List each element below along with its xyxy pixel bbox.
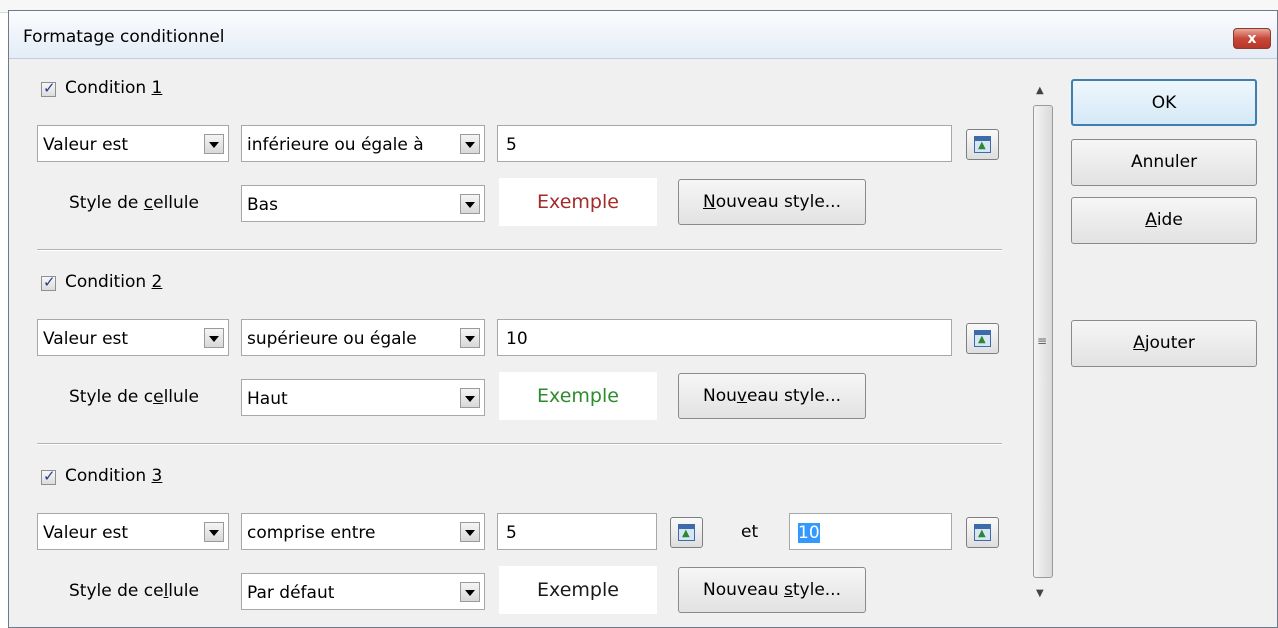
condition-2-style-label: Style de cellule (69, 387, 199, 407)
dialog-title: Formatage conditionnel (23, 27, 225, 47)
condition-1-type-select[interactable]: Valeur est (37, 125, 229, 162)
add-button[interactable]: Ajouter (1071, 320, 1257, 367)
title-bar: Formatage conditionnel x (9, 11, 1277, 59)
scroll-grip-icon: ≡ (1037, 334, 1048, 348)
condition-3-label: Condition 3 (65, 466, 163, 486)
shrink-dialog-icon (974, 524, 991, 541)
condition-3-example-preview: Exemple (499, 566, 657, 614)
condition-2-label: Condition 2 (65, 272, 163, 292)
chevron-down-icon[interactable] (460, 134, 480, 154)
condition-3-value2-shrink-button[interactable] (966, 517, 999, 548)
condition-2-style-select[interactable]: Haut (241, 379, 485, 416)
condition-1-style-label: Style de cellule (69, 193, 199, 213)
close-icon: x (1247, 31, 1257, 47)
chevron-down-icon[interactable] (460, 582, 480, 602)
chevron-down-icon[interactable] (460, 522, 480, 542)
condition-1-example-preview: Exemple (499, 178, 657, 226)
condition-2-operator-select[interactable]: supérieure ou égale (241, 319, 485, 356)
shrink-dialog-icon (974, 330, 991, 347)
condition-3-style-select[interactable]: Par défaut (241, 573, 485, 610)
scrollbar-thumb[interactable]: ≡ (1033, 105, 1053, 578)
condition-2-value-input[interactable]: 10 (497, 319, 952, 356)
condition-3-new-style-button[interactable]: Nouveau style... (678, 567, 866, 613)
condition-2-new-style-button[interactable]: Nouveau style... (678, 373, 866, 419)
condition-3-value2-input[interactable]: 10 (789, 513, 952, 550)
condition-1-new-style-button[interactable]: Nouveau style... (678, 179, 866, 225)
separator (37, 249, 1002, 251)
condition-1-checkbox[interactable] (41, 79, 56, 97)
help-button[interactable]: Aide (1071, 197, 1257, 244)
condition-3-style-label: Style de cellule (69, 581, 199, 601)
conditions-scrollbar[interactable]: ▲ ≡ ▼ (1031, 81, 1055, 606)
condition-2-checkbox[interactable] (41, 273, 56, 291)
separator (37, 443, 1002, 445)
condition-2-type-select[interactable]: Valeur est (37, 319, 229, 356)
condition-3-value1-input[interactable]: 5 (497, 513, 657, 550)
chevron-down-icon[interactable] (204, 328, 224, 348)
chevron-down-icon[interactable] (460, 194, 480, 214)
cancel-button[interactable]: Annuler (1071, 139, 1257, 186)
arrow-down-icon[interactable]: ▼ (1036, 588, 1044, 599)
condition-1-value-input[interactable]: 5 (497, 125, 952, 162)
chevron-down-icon[interactable] (460, 388, 480, 408)
condition-3-operator-select[interactable]: comprise entre (241, 513, 485, 550)
arrow-up-icon[interactable]: ▲ (1036, 85, 1044, 96)
shrink-dialog-icon (678, 524, 695, 541)
chevron-down-icon[interactable] (460, 328, 480, 348)
condition-1-label: Condition 1 (65, 78, 163, 98)
condition-3-value1-shrink-button[interactable] (670, 517, 703, 548)
shrink-dialog-icon (974, 136, 991, 153)
chevron-down-icon[interactable] (204, 134, 224, 154)
condition-1-style-select[interactable]: Bas (241, 185, 485, 222)
condition-2-shrink-button[interactable] (966, 323, 999, 354)
condition-3-checkbox[interactable] (41, 467, 56, 485)
condition-3-type-select[interactable]: Valeur est (37, 513, 229, 550)
close-button[interactable]: x (1233, 28, 1271, 49)
condition-1-operator-select[interactable]: inférieure ou égale à (241, 125, 485, 162)
between-connector-label: et (741, 522, 759, 542)
conditional-format-dialog: Formatage conditionnel x Condition 1 Val… (8, 10, 1278, 628)
condition-2-example-preview: Exemple (499, 372, 657, 420)
ok-button[interactable]: OK (1071, 79, 1257, 126)
condition-1-shrink-button[interactable] (966, 129, 999, 160)
chevron-down-icon[interactable] (204, 522, 224, 542)
